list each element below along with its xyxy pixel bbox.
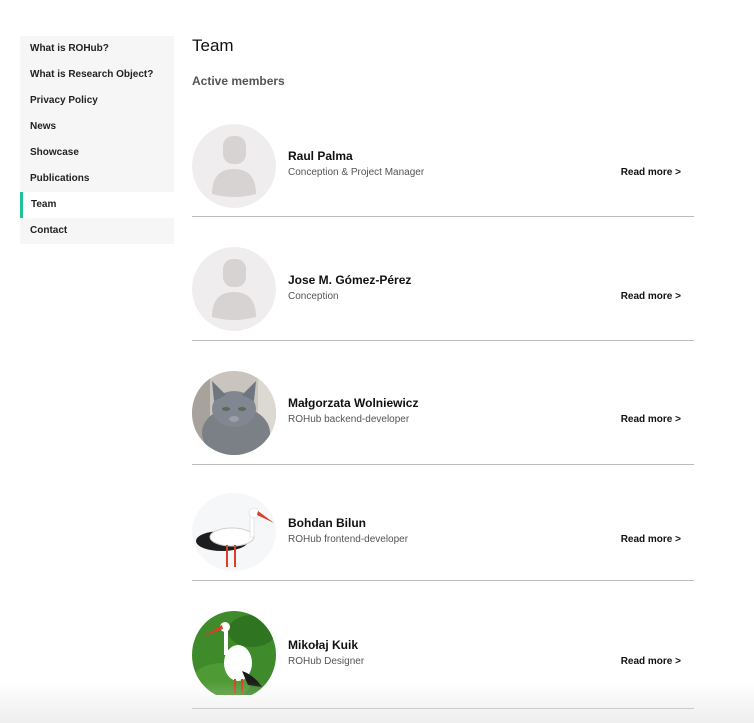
member-card: Bohdan Bilun ROHub frontend-developer Re…	[192, 483, 694, 581]
member-name: Bohdan Bilun	[288, 516, 366, 530]
member-card: Raul Palma Conception & Project Manager …	[192, 112, 694, 217]
sidebar-nav: What is ROHub? What is Research Object? …	[20, 36, 174, 244]
section-title-active-members: Active members	[192, 74, 285, 88]
read-more-link[interactable]: Read more >	[621, 414, 681, 425]
member-card: Mikołaj Kuik ROHub Designer Read more >	[192, 599, 694, 709]
read-more-link[interactable]: Read more >	[621, 656, 681, 667]
member-name: Raul Palma	[288, 149, 353, 163]
read-more-link[interactable]: Read more >	[621, 534, 681, 545]
member-role: Conception	[288, 291, 339, 302]
member-role: ROHub Designer	[288, 656, 365, 667]
sidebar-item-privacy-policy[interactable]: Privacy Policy	[20, 88, 174, 114]
placeholder-person-icon	[192, 247, 276, 331]
member-card: Jose M. Gómez-Pérez Conception Read more…	[192, 235, 694, 341]
stork-on-grass-photo	[192, 611, 276, 699]
sidebar-item-team[interactable]: Team	[20, 192, 174, 218]
read-more-link[interactable]: Read more >	[621, 291, 681, 302]
member-role: ROHub backend-developer	[288, 414, 410, 425]
stork-photo	[192, 493, 276, 571]
sidebar-item-news[interactable]: News	[20, 114, 174, 140]
member-name: Małgorzata Wolniewicz	[288, 396, 419, 410]
page-title: Team	[192, 36, 234, 55]
read-more-link[interactable]: Read more >	[621, 167, 681, 178]
sidebar-item-publications[interactable]: Publications	[20, 166, 174, 192]
sidebar-item-showcase[interactable]: Showcase	[20, 140, 174, 166]
member-role: Conception & Project Manager	[288, 167, 425, 178]
member-role: ROHub frontend-developer	[288, 534, 409, 545]
sidebar-item-what-is-research-object[interactable]: What is Research Object?	[20, 62, 174, 88]
member-name: Jose M. Gómez-Pérez	[288, 273, 412, 287]
member-name: Mikołaj Kuik	[288, 638, 359, 652]
sidebar-item-what-is-rohub[interactable]: What is ROHub?	[20, 36, 174, 62]
sidebar-item-contact[interactable]: Contact	[20, 218, 174, 244]
placeholder-person-icon	[192, 124, 276, 208]
member-card: Małgorzata Wolniewicz ROHub backend-deve…	[192, 359, 694, 465]
gray-cat-photo	[192, 371, 276, 455]
